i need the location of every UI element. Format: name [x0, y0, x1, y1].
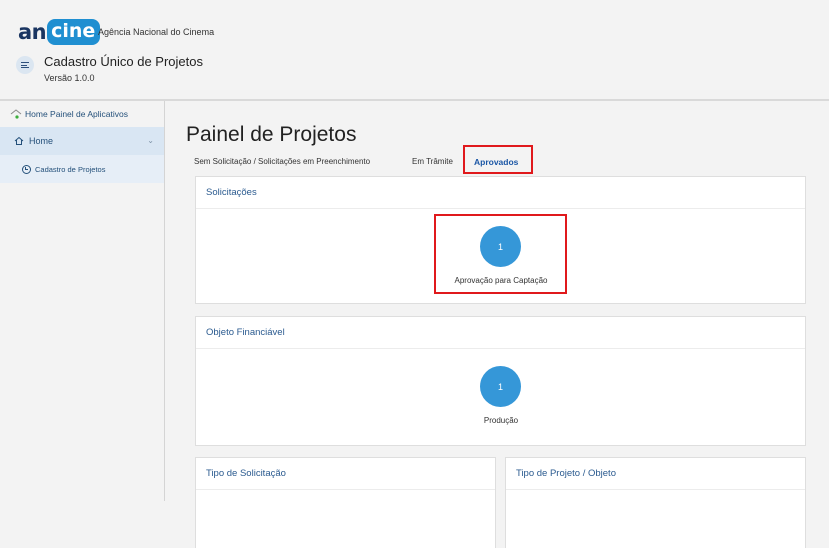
menu-toggle-button[interactable] — [16, 56, 34, 74]
panel-divider — [196, 348, 805, 349]
panel-divider — [196, 208, 805, 209]
page-title: Painel de Projetos — [186, 123, 357, 146]
panel-title: Tipo de Solicitação — [206, 468, 286, 479]
chevron-down-icon[interactable]: ⌄ — [147, 136, 154, 145]
panel-title: Tipo de Projeto / Objeto — [516, 468, 616, 479]
agency-name: Agência Nacional do Cinema — [98, 27, 215, 37]
panel-title: Solicitações — [206, 187, 257, 198]
clock-icon — [22, 164, 31, 174]
panel-divider — [196, 489, 495, 490]
tab-sem-solicitacao[interactable]: Sem Solicitação / Solicitações em Preenc… — [194, 157, 370, 166]
sidebar-item-home-panel[interactable]: Home Painel de Aplicativos — [10, 109, 128, 119]
panel-divider — [506, 489, 805, 490]
home-panel-icon — [10, 109, 22, 119]
sidebar-item-label: Cadastro de Projetos — [35, 164, 106, 174]
logo-cine-text: cine — [47, 19, 101, 45]
sidebar-item-home[interactable]: Home ⌄ — [0, 127, 164, 155]
app-title: Cadastro Único de Projetos — [44, 54, 203, 69]
ancine-logo[interactable]: an cine — [18, 19, 101, 45]
app-header: an cine Agência Nacional do Cinema Cadas… — [0, 0, 829, 101]
item-highlight-box — [434, 214, 567, 294]
sidebar-item-label: Home Painel de Aplicativos — [25, 109, 129, 119]
sidebar: Home Painel de Aplicativos Home ⌄ Cadast… — [0, 101, 165, 501]
count-badge[interactable]: 1 — [480, 366, 521, 407]
panel-tipo-solicitacao: Tipo de Solicitação — [195, 457, 496, 548]
tab-highlight-box — [463, 145, 533, 174]
logo-an-text: an — [18, 20, 47, 44]
panel-objeto-financiavel: Objeto Financiável 1 Produção — [195, 316, 806, 446]
badge-label[interactable]: Produção — [484, 416, 518, 425]
tab-em-tramite[interactable]: Em Trâmite — [412, 157, 453, 166]
hamburger-icon — [21, 62, 29, 68]
sidebar-item-label: Home — [29, 136, 54, 146]
panel-title: Objeto Financiável — [206, 327, 285, 338]
home-icon — [14, 136, 24, 145]
sidebar-item-cadastro[interactable]: Cadastro de Projetos — [0, 155, 164, 183]
app-version: Versão 1.0.0 — [44, 73, 95, 83]
panel-tipo-projeto: Tipo de Projeto / Objeto — [505, 457, 806, 548]
